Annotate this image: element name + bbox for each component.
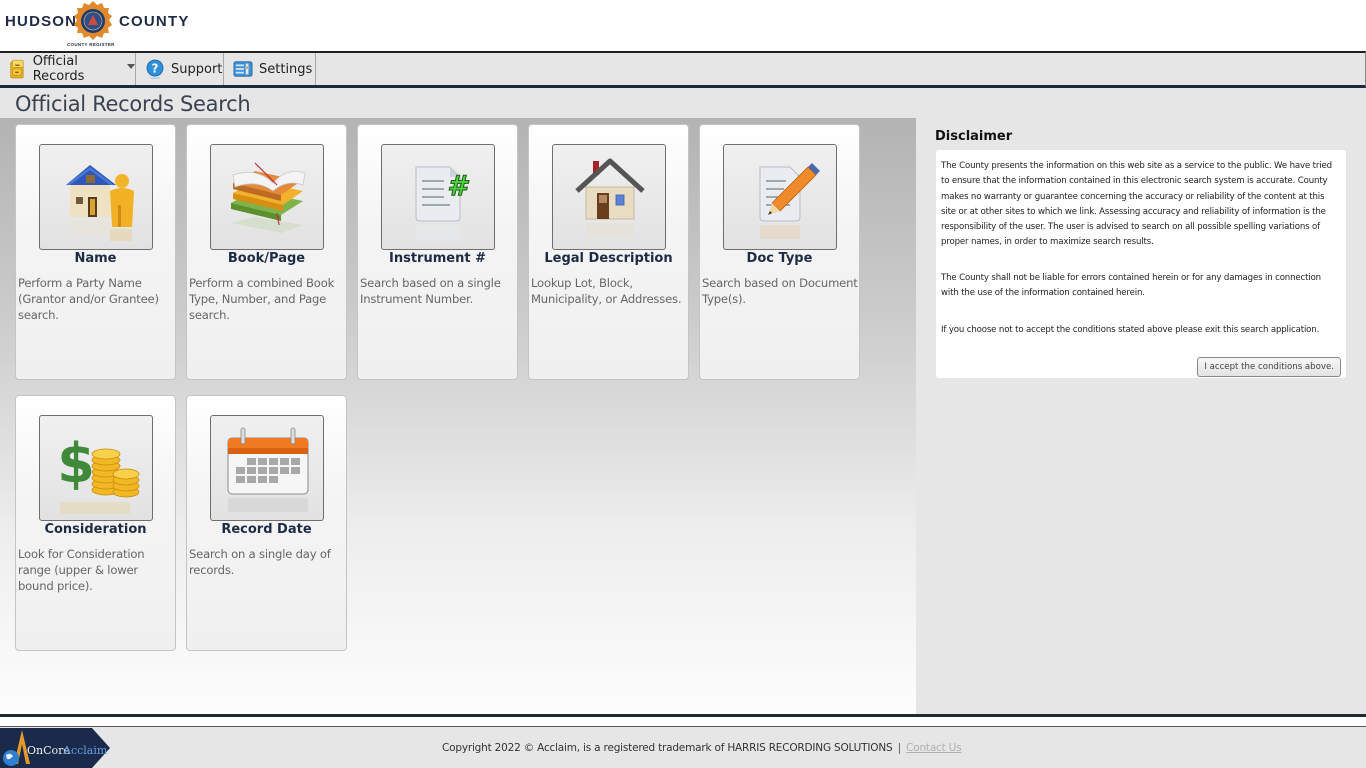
svg-text:#: # bbox=[447, 169, 469, 202]
search-card-description: Lookup Lot, Block, Municipality, or Addr… bbox=[531, 276, 682, 306]
disclaimer-box: The County presents the information on t… bbox=[936, 150, 1346, 378]
search-card-description: Look for Consideration range (upper & lo… bbox=[18, 547, 145, 593]
search-card-book-page[interactable]: Book/Page Perform a combined Book Type, … bbox=[186, 124, 347, 380]
document-pencil-icon bbox=[759, 163, 820, 239]
search-card-description: Perform a Party Name (Grantor and/or Gra… bbox=[18, 276, 159, 322]
search-card-title: Legal Description bbox=[544, 251, 673, 266]
settings-icon bbox=[233, 61, 253, 77]
search-card-title: Doc Type bbox=[746, 251, 813, 266]
search-card-tile[interactable] bbox=[552, 144, 666, 250]
search-card-instrument[interactable]: # Instrument # Search based on a single … bbox=[357, 124, 518, 380]
accept-conditions-button[interactable]: I accept the conditions above. bbox=[1197, 357, 1341, 377]
search-card-title: Instrument # bbox=[389, 251, 486, 266]
menu-support[interactable]: ? Support bbox=[136, 53, 224, 85]
search-options-panel: Name Perform a Party Name (Grantor and/o… bbox=[0, 118, 916, 715]
footer-divider bbox=[0, 714, 1366, 717]
search-card-tile[interactable] bbox=[723, 144, 837, 250]
document-hash-icon: # bbox=[415, 166, 470, 241]
main-menu-bar: Official Records ? Support Settings bbox=[0, 51, 1366, 88]
search-card-description: Perform a combined Book Type, Number, an… bbox=[189, 276, 335, 322]
page-title-row: Official Records Search bbox=[0, 88, 1366, 118]
site-header: HUDSON COUNTY COUNTY REGISTER bbox=[0, 0, 1366, 51]
logo-subtitle: COUNTY REGISTER bbox=[67, 42, 115, 47]
dollar-coins-icon: $ bbox=[57, 432, 140, 514]
search-card-consideration[interactable]: $ Consideration Look for Consideration r… bbox=[15, 395, 176, 651]
menu-official-records-label: Official Records bbox=[32, 54, 85, 84]
disclaimer-paragraph: If you choose not to accept the conditio… bbox=[941, 325, 1320, 335]
svg-text:$: $ bbox=[57, 432, 95, 495]
search-card-title: Name bbox=[74, 251, 117, 266]
site-footer: OnCore Acclaim Copyright 2022 © Acclaim,… bbox=[0, 726, 1366, 768]
calendar-icon bbox=[227, 427, 309, 512]
books-icon bbox=[231, 162, 306, 233]
disclaimer-title: Disclaimer bbox=[935, 129, 1013, 144]
menu-support-label: Support bbox=[171, 61, 223, 77]
search-card-name[interactable]: Name Perform a Party Name (Grantor and/o… bbox=[15, 124, 176, 380]
footer-logo-text-b: Acclaim bbox=[62, 744, 108, 757]
house-icon bbox=[575, 158, 645, 237]
disclaimer-paragraph: The County shall not be liable for error… bbox=[941, 273, 1321, 299]
footer-separator: | bbox=[897, 742, 902, 754]
help-icon: ? bbox=[146, 59, 164, 80]
menu-settings-label: Settings bbox=[259, 61, 313, 77]
menu-official-records[interactable]: Official Records bbox=[0, 53, 136, 85]
search-card-title: Book/Page bbox=[227, 251, 306, 266]
menu-settings[interactable]: Settings bbox=[224, 53, 316, 85]
svg-text:?: ? bbox=[152, 62, 159, 76]
search-card-tile[interactable] bbox=[39, 144, 153, 250]
search-card-doc-type[interactable]: Doc Type Search based on Document Type(s… bbox=[699, 124, 860, 380]
footer-copyright-row: Copyright 2022 © Acclaim, is a registere… bbox=[442, 742, 962, 754]
file-cabinet-icon bbox=[10, 59, 24, 79]
search-card-tile[interactable] bbox=[210, 415, 324, 521]
search-card-tile[interactable]: $ bbox=[39, 415, 153, 521]
search-card-title: Record Date bbox=[221, 522, 312, 537]
page-title: Official Records Search bbox=[15, 92, 251, 116]
house-person-icon bbox=[66, 165, 134, 241]
search-card-title: Consideration bbox=[44, 522, 147, 537]
search-card-record-date[interactable]: Record Date Search on a single day of re… bbox=[186, 395, 347, 651]
search-card-description: Search on a single day of records. bbox=[189, 547, 331, 577]
chevron-down-icon bbox=[127, 63, 135, 69]
oncore-acclaim-logo: OnCore Acclaim bbox=[0, 728, 110, 768]
logo-text-left: HUDSON bbox=[5, 13, 78, 30]
search-card-legal-description[interactable]: Legal Description Lookup Lot, Block, Mun… bbox=[528, 124, 689, 380]
search-card-description: Search based on a single Instrument Numb… bbox=[360, 276, 501, 306]
search-card-description: Search based on Document Type(s). bbox=[702, 276, 858, 306]
search-card-tile[interactable]: # bbox=[381, 144, 495, 250]
logo-text-right: COUNTY bbox=[119, 13, 190, 30]
county-seal-icon bbox=[74, 1, 112, 40]
disclaimer-paragraph: The County presents the information on t… bbox=[941, 161, 1332, 248]
search-card-tile[interactable] bbox=[210, 144, 324, 250]
copyright-text: Copyright 2022 © Acclaim, is a registere… bbox=[442, 742, 893, 754]
contact-us-link[interactable]: Contact Us bbox=[906, 742, 962, 754]
